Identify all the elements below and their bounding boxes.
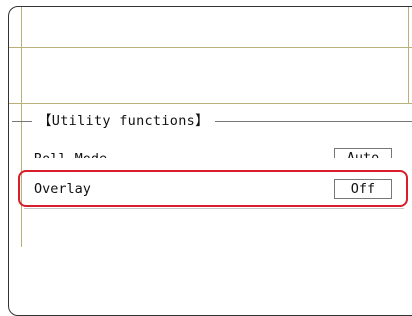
overlay-label: Overlay — [34, 181, 91, 197]
overlay-value[interactable]: Off — [334, 179, 392, 199]
instrument-screen — [8, 6, 412, 316]
grid-line-top — [9, 47, 412, 48]
grid-line-left — [21, 7, 22, 247]
settings-row-roll-mode[interactable]: Roll Mode Auto — [12, 143, 412, 158]
section-title: 【Utility functions】 — [32, 112, 215, 130]
roll-mode-label: Roll Mode — [34, 150, 107, 158]
item-separator — [24, 208, 404, 209]
grid-line-right — [408, 7, 409, 103]
grid-line-middle — [9, 103, 412, 104]
roll-mode-value[interactable]: Auto — [334, 148, 392, 158]
